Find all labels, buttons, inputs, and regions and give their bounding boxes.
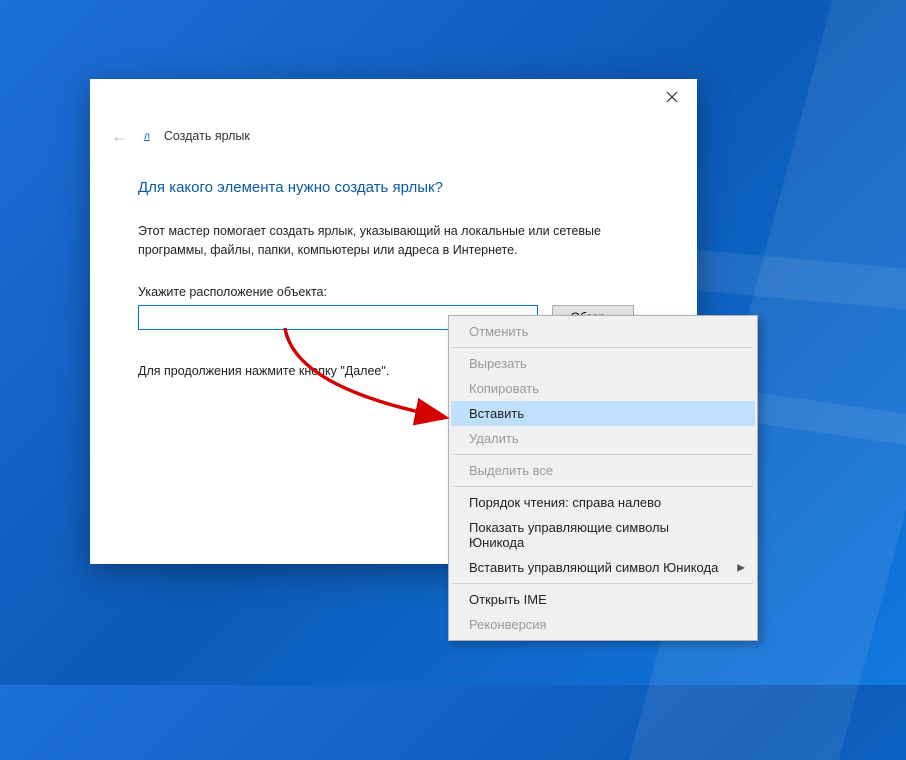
wizard-header: ← л Создать ярлык bbox=[90, 117, 697, 149]
menu-item[interactable]: Порядок чтения: справа налево bbox=[451, 490, 755, 515]
chevron-right-icon: ▶ bbox=[737, 562, 745, 573]
menu-item[interactable]: Вставить bbox=[451, 401, 755, 426]
menu-separator bbox=[453, 583, 753, 584]
menu-item: Копировать bbox=[451, 376, 755, 401]
context-menu: Отменить ВырезатьКопироватьВставитьУдалит… bbox=[448, 315, 758, 641]
back-arrow-icon: ← bbox=[110, 126, 130, 147]
page-title: Для какого элемента нужно создать ярлык? bbox=[138, 179, 649, 196]
shortcut-icon: л bbox=[144, 131, 150, 142]
menu-item: Реконверсия bbox=[451, 612, 755, 637]
menu-item: Удалить bbox=[451, 426, 755, 451]
location-label: Укажите расположение объекта: bbox=[138, 285, 649, 299]
close-button[interactable] bbox=[653, 83, 691, 111]
menu-item[interactable]: Открыть IME bbox=[451, 587, 755, 612]
menu-item: Выделить все bbox=[451, 458, 755, 483]
menu-item: Вырезать bbox=[451, 351, 755, 376]
titlebar bbox=[90, 79, 697, 117]
menu-separator bbox=[453, 486, 753, 487]
menu-item[interactable]: Вставить управляющий символ Юникода▶ bbox=[451, 555, 755, 580]
menu-item[interactable]: Показать управляющие символы Юникода bbox=[451, 515, 755, 555]
breadcrumb: Создать ярлык bbox=[164, 129, 250, 143]
menu-item: Отменить bbox=[451, 319, 755, 344]
wizard-description: Этот мастер помогает создать ярлык, указ… bbox=[138, 222, 649, 261]
menu-separator bbox=[453, 347, 753, 348]
menu-separator bbox=[453, 454, 753, 455]
